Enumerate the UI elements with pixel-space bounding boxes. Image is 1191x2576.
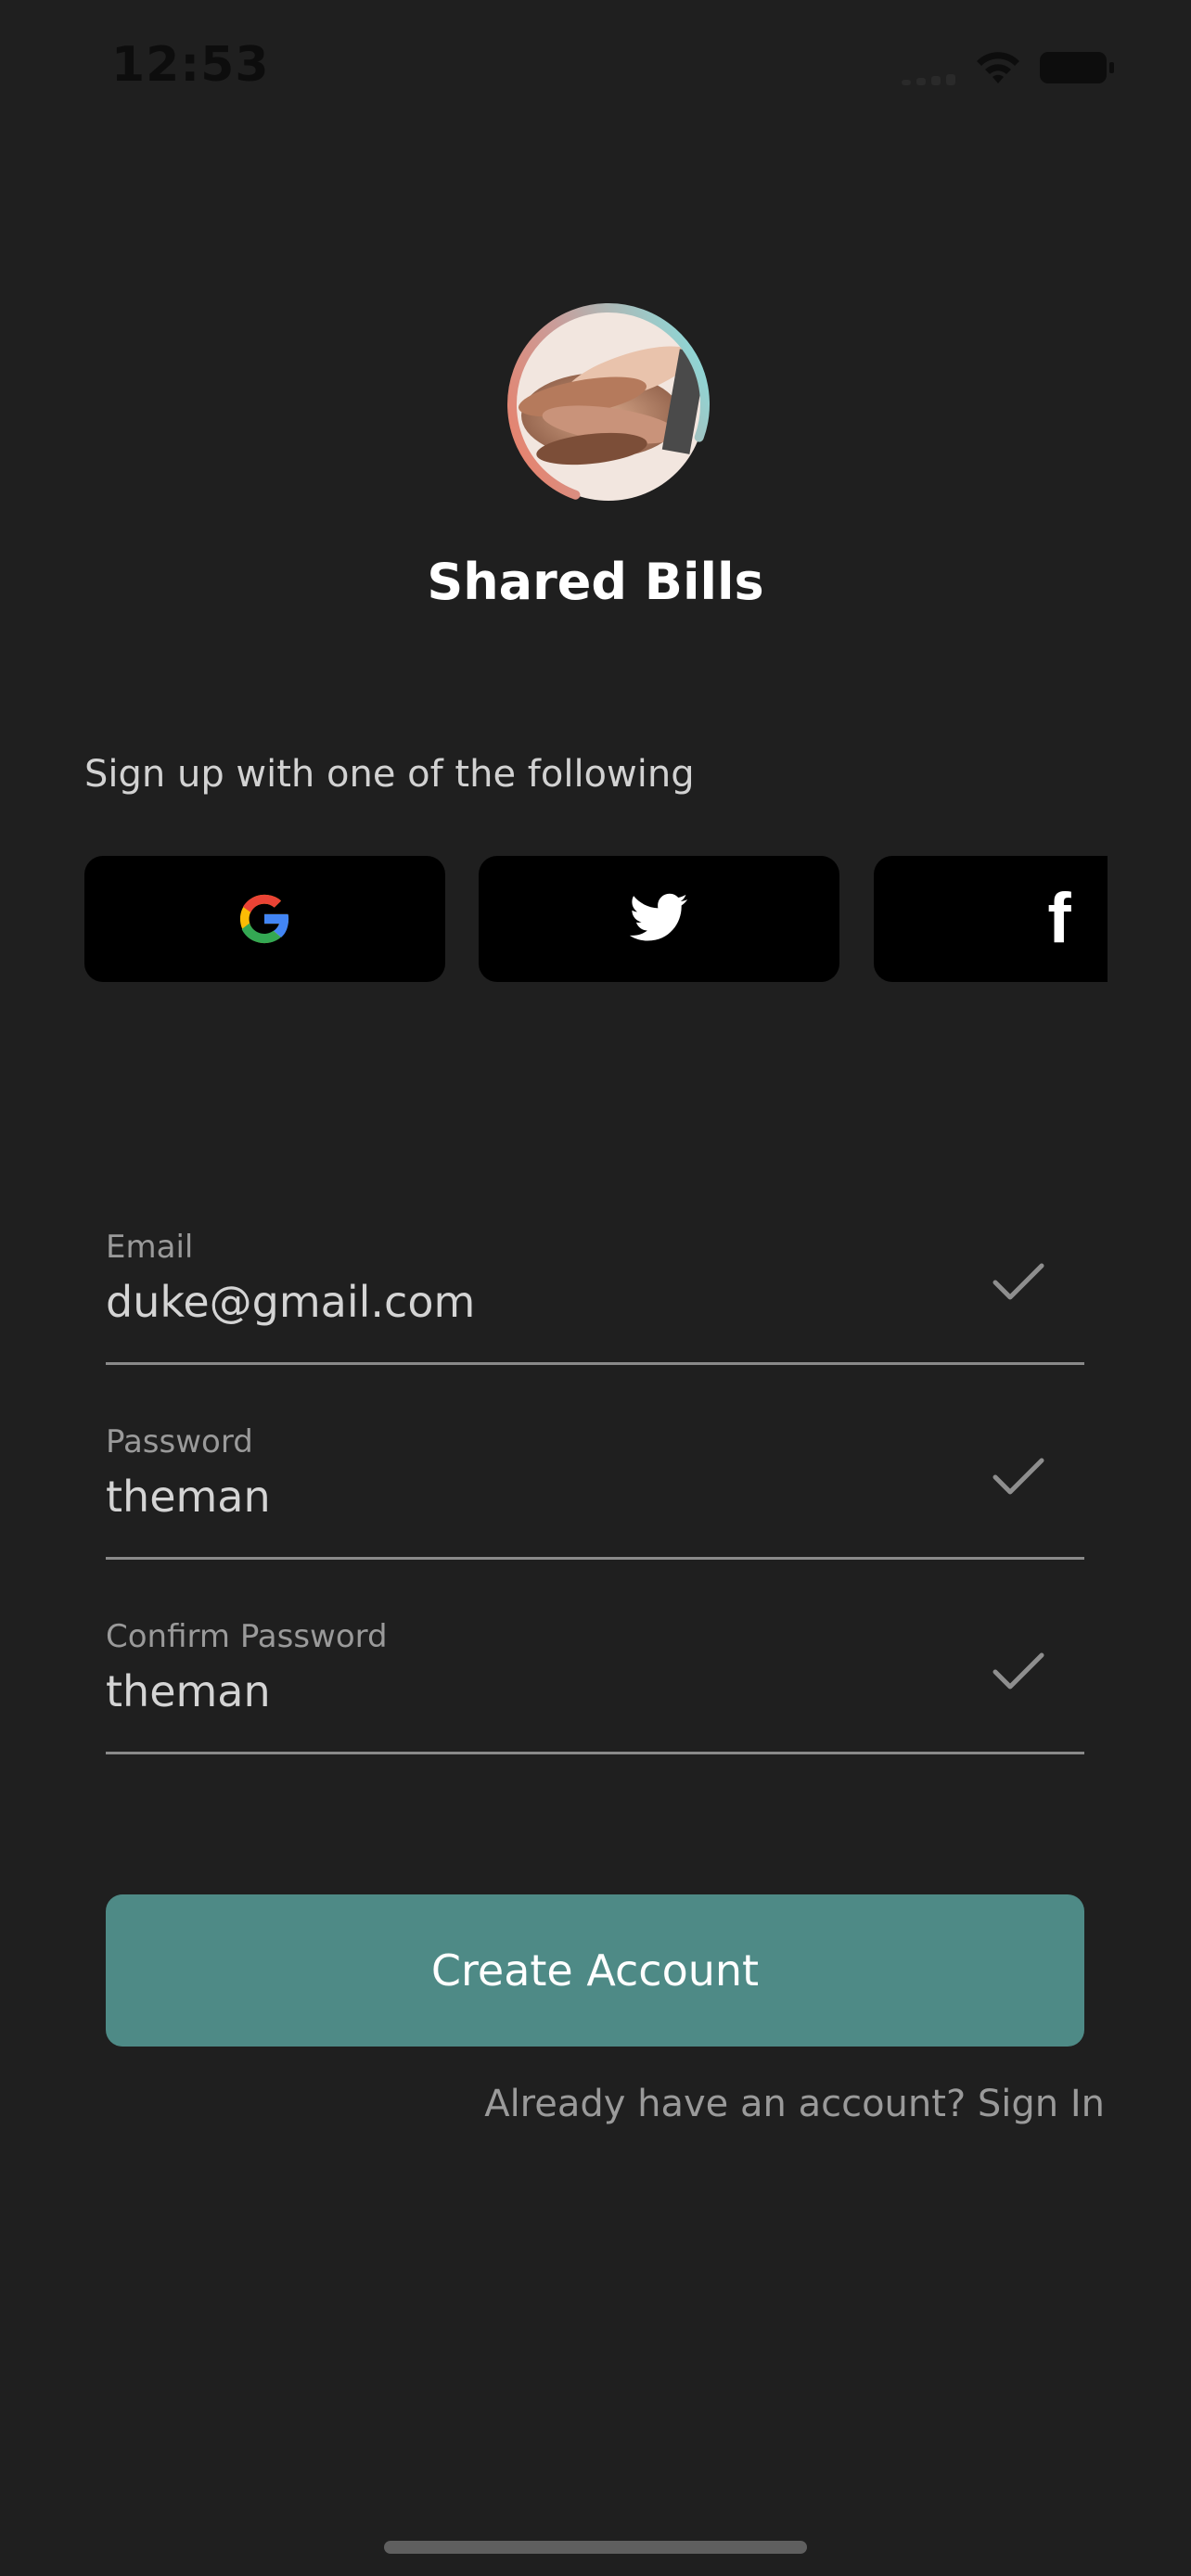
app-title: Shared Bills: [427, 553, 764, 611]
signup-hint: Sign up with one of the following: [84, 753, 695, 796]
google-signup-button[interactable]: [84, 856, 445, 982]
app-logo: [507, 303, 710, 501]
twitter-signup-button[interactable]: [479, 856, 839, 982]
home-indicator: [384, 2541, 807, 2554]
password-label: Password: [106, 1423, 253, 1460]
password-field: Password: [106, 1405, 1084, 1560]
cellular-signal-icon: [902, 72, 955, 85]
create-account-button[interactable]: Create Account: [106, 1894, 1084, 2047]
email-valid-check-icon: [992, 1263, 1044, 1300]
battery-icon: [1040, 52, 1114, 83]
confirm-password-field: Confirm Password: [106, 1600, 1084, 1754]
password-valid-check-icon: [992, 1458, 1044, 1495]
status-bar: 12:53: [0, 0, 1191, 130]
social-buttons-row: f: [0, 856, 1108, 982]
twitter-bird-icon: [629, 893, 688, 941]
confirm-password-input[interactable]: [106, 1666, 941, 1716]
confirm-password-label: Confirm Password: [106, 1618, 388, 1655]
confirm-password-valid-check-icon: [992, 1652, 1044, 1690]
google-icon: [239, 894, 290, 944]
wifi-icon: [977, 52, 1019, 83]
sign-in-link[interactable]: Already have an account? Sign In: [484, 2083, 1105, 2125]
status-time: 12:53: [111, 37, 270, 93]
email-field: Email: [106, 1210, 1084, 1365]
password-input[interactable]: [106, 1472, 941, 1522]
facebook-signup-button[interactable]: f: [874, 856, 1108, 982]
facebook-icon: f: [1047, 879, 1071, 958]
email-label: Email: [106, 1229, 194, 1266]
email-input[interactable]: [106, 1277, 941, 1327]
